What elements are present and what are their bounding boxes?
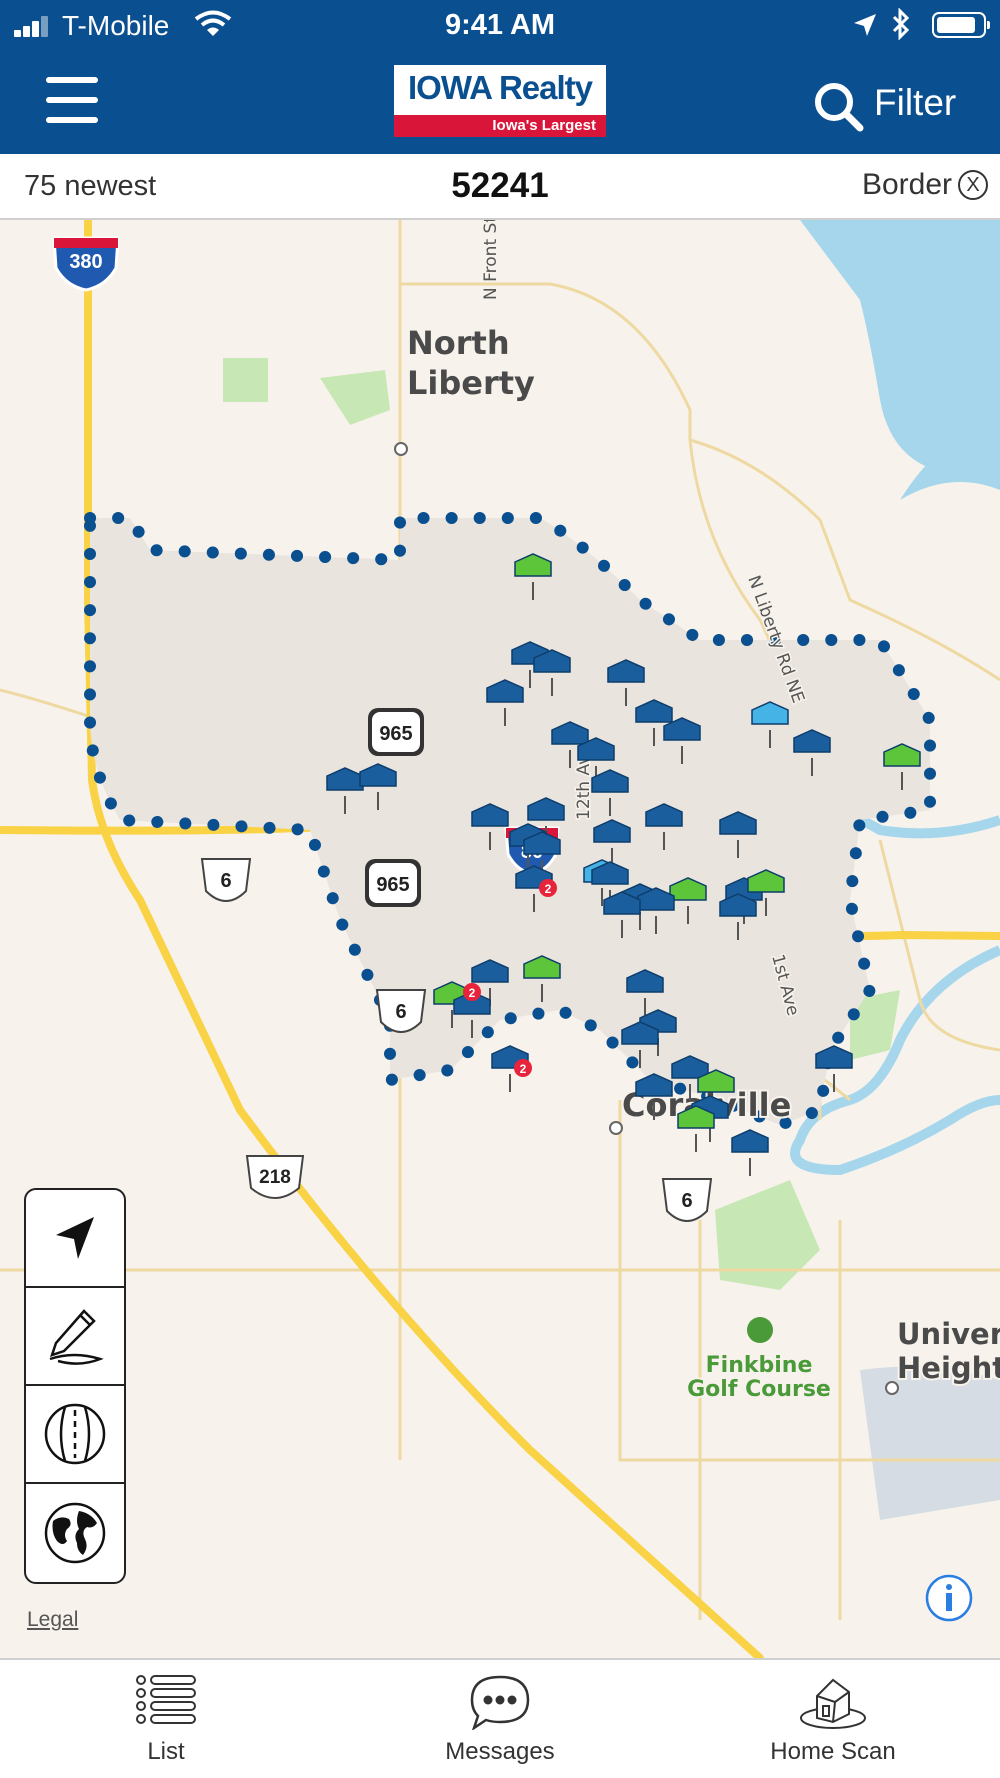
search-icon (815, 83, 864, 132)
draw-pencil-icon (49, 1309, 104, 1365)
us-218-shield: 218 (245, 1155, 305, 1200)
close-icon: X (958, 170, 988, 200)
shield-380-text: 380 (69, 251, 102, 273)
clear-border-button[interactable]: Border X (862, 168, 988, 208)
street-label-n-front-st: N Front St (481, 220, 501, 300)
search-summary-bar: 75 newest 52241 Border X (0, 154, 1000, 220)
location-services-icon (854, 14, 876, 36)
golf-icon (747, 1317, 773, 1343)
park (223, 358, 268, 402)
new-listing-pin[interactable] (677, 1105, 715, 1153)
tab-list[interactable]: List (46, 1674, 286, 1774)
shield-965-text-b: 965 (376, 874, 409, 896)
logo-tagline: Iowa's Largest (394, 115, 606, 137)
place-label-liberty: Liberty (407, 364, 535, 402)
shield-6-text-b: 6 (395, 1001, 406, 1023)
app-header: IOWA Realty Iowa's Largest Filter (0, 50, 1000, 154)
shield-218-text: 218 (259, 1167, 291, 1188)
commute-search-button[interactable] (26, 1386, 124, 1484)
town-marker (609, 1121, 623, 1135)
shield-6-text-a: 6 (220, 870, 231, 892)
map-type-button[interactable] (26, 1484, 124, 1582)
cluster-badge[interactable]: 2 (539, 879, 557, 897)
map-info-button[interactable] (924, 1573, 974, 1623)
tab-messages[interactable]: Messages (380, 1674, 620, 1774)
place-label-north: North (407, 324, 510, 362)
commute-road-icon (44, 1403, 106, 1465)
tab-messages-label: Messages (445, 1738, 555, 1765)
map-canvas[interactable]: 380 80 965 965 6 6 6 (0, 220, 1000, 1658)
iowa-realty-logo: IOWA Realty Iowa's Largest (394, 65, 606, 137)
hamburger-menu-button[interactable] (46, 75, 102, 127)
globe-icon (44, 1502, 106, 1564)
us-6-shield-b: 6 (375, 989, 427, 1034)
place-label-finkbine: Finkbine (706, 1353, 813, 1378)
park (320, 370, 390, 425)
airport-area (860, 1366, 1000, 1520)
bluetooth-icon (892, 8, 910, 40)
town-marker (394, 442, 408, 456)
legal-link[interactable]: Legal (27, 1608, 78, 1632)
town-marker (885, 1381, 899, 1395)
bottom-tab-bar: List Messages Home Scan (0, 1658, 1000, 1778)
highway-965-shield-a: 965 (368, 708, 424, 756)
filter-label: Filter (874, 82, 957, 123)
info-icon (925, 1574, 973, 1622)
messages-icon (470, 1675, 530, 1732)
map-view[interactable]: 380 80 965 965 6 6 6 (0, 220, 1000, 1658)
cluster-badge[interactable]: 2 (463, 983, 481, 1001)
location-arrow-icon (56, 1217, 94, 1259)
place-label-univers: Univers (897, 1317, 1000, 1351)
logo-text: IOWA Realty (408, 69, 593, 106)
home-scan-icon (800, 1678, 866, 1729)
cluster-badge[interactable]: 2 (514, 1059, 532, 1077)
us-6-shield-c: 6 (661, 1178, 713, 1223)
highway-965-shield-b: 965 (365, 859, 421, 907)
tab-home-scan-label: Home Scan (770, 1738, 896, 1765)
battery-icon (932, 12, 990, 38)
listing-count[interactable]: 75 newest (24, 170, 156, 203)
place-label-golf-course: Golf Course (687, 1377, 831, 1402)
cluster-badge-count: 2 (520, 1062, 527, 1076)
finkbine-golf-area (715, 1180, 820, 1290)
status-bar: T-Mobile 9:41 AM (0, 0, 1000, 50)
listing-pin[interactable] (731, 1129, 769, 1177)
draw-area-button[interactable] (26, 1288, 124, 1386)
shield-6-text-c: 6 (681, 1190, 692, 1212)
current-location-button[interactable] (26, 1190, 124, 1288)
list-icon (136, 1675, 196, 1724)
shield-965-text-a: 965 (379, 723, 412, 745)
interstate-380-shield: 380 (52, 236, 120, 292)
map-tools (24, 1188, 126, 1584)
status-time: 9:41 AM (444, 9, 556, 41)
cluster-badge-count: 2 (545, 882, 552, 896)
cluster-badge-count: 2 (469, 986, 476, 1000)
place-label-height: Height (897, 1351, 1000, 1385)
border-label: Border (861, 168, 952, 201)
us-6-shield-a: 6 (200, 858, 252, 903)
tab-home-scan[interactable]: Home Scan (713, 1674, 953, 1774)
tab-list-label: List (147, 1738, 185, 1765)
filter-button[interactable]: Filter (812, 72, 992, 132)
